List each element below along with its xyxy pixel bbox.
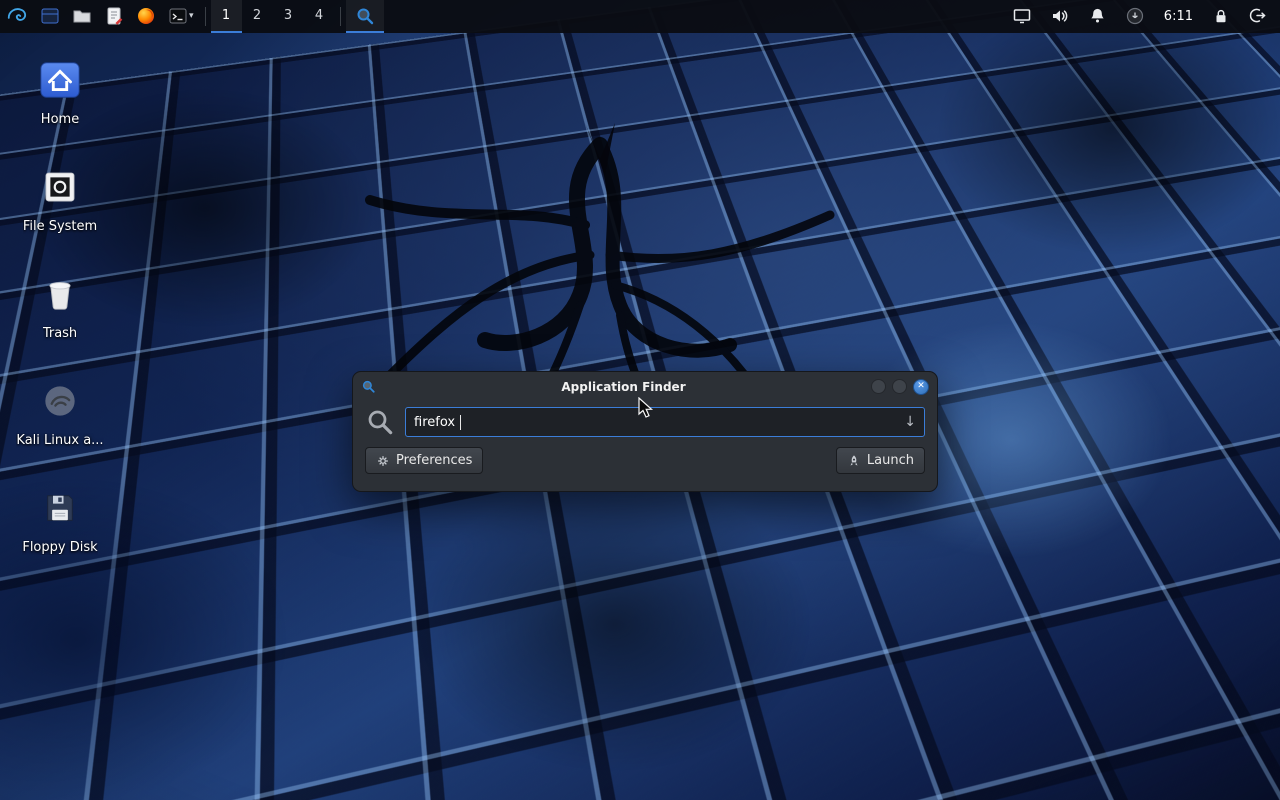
history-dropdown-icon[interactable]: ↓ bbox=[904, 414, 916, 430]
desktop-icon-home[interactable]: Home bbox=[10, 50, 110, 157]
launcher-file-manager[interactable] bbox=[34, 0, 66, 33]
maximize-button[interactable] bbox=[892, 379, 907, 394]
desktop-root: ▾ 1 2 3 4 bbox=[0, 0, 1280, 800]
volume-icon bbox=[1050, 6, 1070, 26]
updates-icon bbox=[1125, 6, 1145, 26]
desktop-icon-label: Floppy Disk bbox=[22, 540, 97, 555]
lock-tray-icon[interactable] bbox=[1205, 7, 1237, 27]
preferences-button[interactable]: Preferences bbox=[365, 447, 483, 474]
panel-separator bbox=[340, 7, 341, 26]
display-tray-icon[interactable] bbox=[1005, 6, 1039, 28]
floppy-disk-icon bbox=[39, 487, 81, 529]
workspace-button-4[interactable]: 4 bbox=[304, 0, 335, 33]
workspace-button-2[interactable]: 2 bbox=[242, 0, 273, 33]
workspace-button-1[interactable]: 1 bbox=[211, 0, 242, 33]
system-tray: 6:11 bbox=[1005, 0, 1280, 33]
launcher-terminal[interactable]: ▾ bbox=[162, 0, 200, 33]
desktop-icon-floppy-disk[interactable]: Floppy Disk bbox=[10, 478, 110, 585]
file-manager-icon bbox=[40, 6, 60, 26]
text-caret bbox=[460, 415, 461, 430]
desktop-icon-label: Kali Linux a... bbox=[16, 433, 103, 448]
status-tray-icon[interactable] bbox=[1118, 6, 1152, 28]
text-editor-icon bbox=[104, 6, 124, 26]
display-icon bbox=[1012, 6, 1032, 26]
launcher-text-editor[interactable] bbox=[98, 0, 130, 33]
workspace-switcher: 1 2 3 4 bbox=[211, 0, 335, 33]
close-button[interactable]: ✕ bbox=[913, 379, 929, 395]
firefox-icon bbox=[136, 6, 156, 26]
kali-menu-button[interactable] bbox=[0, 0, 34, 33]
search-input[interactable]: firefox ↓ bbox=[405, 407, 925, 437]
desktop-icon-kali-linux[interactable]: Kali Linux a... bbox=[10, 371, 110, 478]
logout-tray-icon[interactable] bbox=[1241, 6, 1274, 27]
panel-spacer bbox=[384, 0, 1005, 33]
terminal-dropdown-chevron[interactable]: ▾ bbox=[189, 11, 194, 21]
search-input-value: firefox bbox=[414, 415, 455, 430]
bell-icon bbox=[1088, 6, 1107, 25]
desktop-icon-label: File System bbox=[23, 219, 97, 234]
window-title: Application Finder bbox=[382, 380, 865, 394]
file-system-icon bbox=[39, 166, 81, 208]
mouse-cursor bbox=[637, 397, 657, 419]
window-button-application-finder[interactable] bbox=[346, 0, 384, 33]
desktop-icon-label: Home bbox=[41, 112, 79, 127]
window-icon bbox=[361, 379, 376, 394]
application-finder-icon bbox=[355, 6, 375, 26]
panel-separator bbox=[205, 7, 206, 26]
notifications-tray-icon[interactable] bbox=[1081, 6, 1114, 27]
logout-icon bbox=[1248, 6, 1267, 25]
launcher-firefox[interactable] bbox=[130, 0, 162, 33]
kali-logo-icon bbox=[6, 5, 28, 27]
launcher-folder[interactable] bbox=[66, 0, 98, 33]
close-icon: ✕ bbox=[917, 382, 925, 391]
top-panel: ▾ 1 2 3 4 bbox=[0, 0, 1280, 33]
launch-label: Launch bbox=[867, 453, 914, 468]
launch-icon bbox=[847, 454, 861, 468]
desktop-icon-trash[interactable]: Trash bbox=[10, 264, 110, 371]
kali-docs-icon bbox=[38, 379, 82, 423]
volume-tray-icon[interactable] bbox=[1043, 6, 1077, 28]
minimize-button[interactable] bbox=[871, 379, 886, 394]
terminal-icon bbox=[168, 6, 188, 26]
desktop-icon-label: Trash bbox=[43, 326, 77, 341]
workspace-button-3[interactable]: 3 bbox=[273, 0, 304, 33]
application-finder-window: Application Finder ✕ firefox ↓ bbox=[352, 371, 938, 492]
gear-icon bbox=[376, 454, 390, 468]
folder-icon bbox=[72, 6, 92, 26]
panel-clock[interactable]: 6:11 bbox=[1156, 9, 1201, 24]
search-icon bbox=[365, 407, 395, 437]
launch-button[interactable]: Launch bbox=[836, 447, 925, 474]
lock-icon bbox=[1212, 7, 1230, 25]
preferences-label: Preferences bbox=[396, 453, 472, 468]
home-icon bbox=[37, 57, 83, 103]
desktop-icon-list: Home File System Trash bbox=[10, 50, 110, 585]
trash-icon bbox=[38, 272, 82, 316]
desktop-icon-file-system[interactable]: File System bbox=[10, 157, 110, 264]
